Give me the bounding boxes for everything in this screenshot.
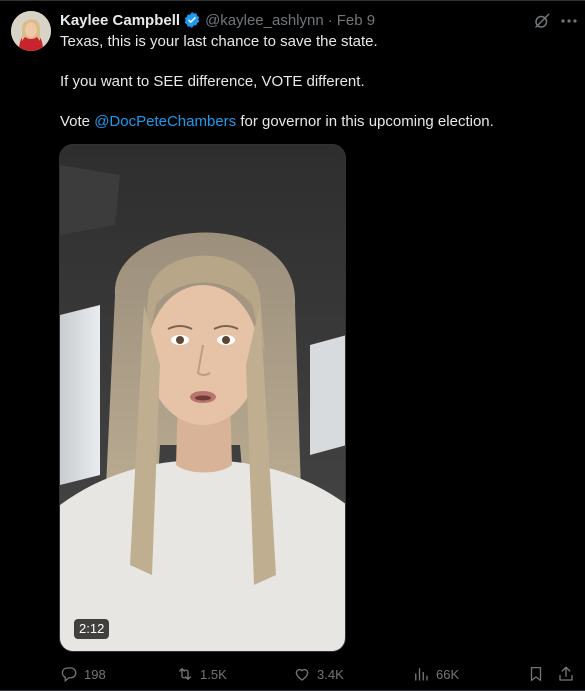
handle[interactable]: @kaylee_ashlynn [205,12,324,29]
action-bar: 198 1.5K 3.4K 66K [60,663,575,685]
tweet-line-3: Vote @DocPeteChambers for governor in th… [60,112,570,132]
tweet-text: Texas, this is your last chance to save … [60,32,570,132]
display-name[interactable]: Kaylee Campbell [60,12,180,29]
video-thumbnail [60,145,345,651]
repost-count: 1.5K [200,666,227,682]
reply-button[interactable]: 198 [60,663,106,685]
tweet-date[interactable]: Feb 9 [337,12,375,29]
tweet-line-3-suffix: for governor in this upcoming election. [236,113,494,130]
views-button[interactable]: 66K [412,663,459,685]
tweet[interactable]: Kaylee Campbell @kaylee_ashlynn · Feb 9 … [0,0,585,691]
repost-button[interactable]: 1.5K [176,663,227,685]
verified-badge-icon [183,11,201,29]
separator-dot: · [327,11,333,29]
tweet-line-2: If you want to SEE difference, VOTE diff… [60,73,365,90]
bookmark-icon [530,666,542,682]
avatar[interactable] [11,11,51,51]
share-button[interactable] [557,663,575,685]
mention-link[interactable]: @DocPeteChambers [94,113,236,130]
tweet-header: Kaylee Campbell @kaylee_ashlynn · Feb 9 [60,10,375,30]
share-icon [559,666,573,681]
reply-icon [61,667,77,683]
video-player[interactable]: 2:12 [59,144,346,652]
reply-count: 198 [84,666,106,682]
like-button[interactable]: 3.4K [293,663,344,685]
tweet-line-3-prefix: Vote [60,113,95,130]
grok-icon[interactable] [533,12,551,30]
video-duration: 2:12 [74,619,110,639]
repost-icon [179,668,191,680]
heart-icon [295,668,309,681]
bookmark-button[interactable] [527,663,545,685]
like-count: 3.4K [317,666,344,682]
views-count: 66K [436,666,460,682]
views-icon [415,668,428,681]
tweet-line-1: Texas, this is your last chance to save … [60,33,378,50]
more-icon[interactable] [560,14,578,28]
